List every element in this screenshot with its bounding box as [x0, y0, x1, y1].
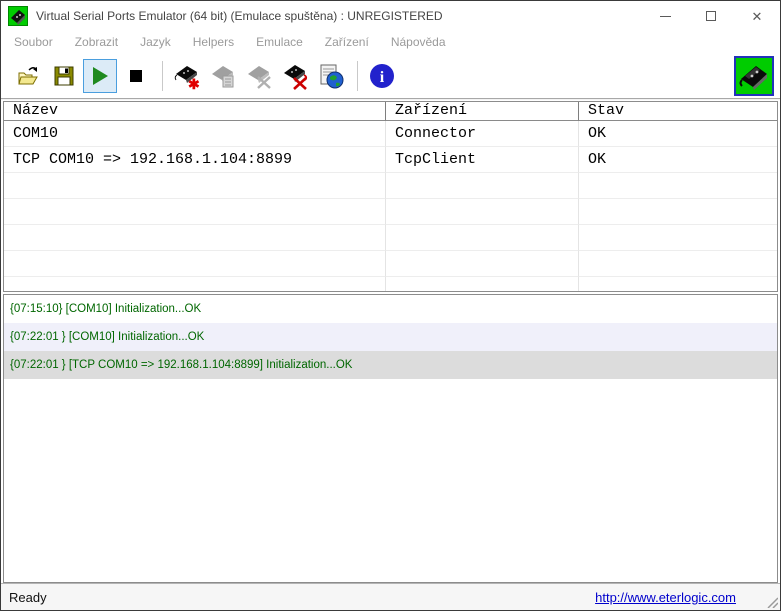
- network-monitor-button[interactable]: [314, 59, 348, 93]
- log-entry[interactable]: {07:15:10} [COM10] Initialization...OK: [4, 295, 777, 323]
- menu-emulace[interactable]: Emulace: [245, 31, 314, 53]
- start-emulation-icon: [93, 67, 108, 85]
- table-row[interactable]: COM10 Connector OK: [4, 121, 777, 147]
- device-properties-icon: [209, 62, 237, 90]
- device-type: TcpClient: [386, 147, 579, 173]
- close-icon[interactable]: ✕: [734, 1, 780, 31]
- network-monitor-icon: [317, 62, 345, 90]
- empty-table-row: [4, 277, 777, 292]
- resize-grip[interactable]: [764, 594, 778, 608]
- app-window: Virtual Serial Ports Emulator (64 bit) (…: [0, 0, 781, 611]
- device-properties-button[interactable]: [206, 59, 240, 93]
- menu-helpers[interactable]: Helpers: [182, 31, 245, 53]
- maximize-icon[interactable]: [688, 1, 734, 31]
- svg-text:i: i: [380, 69, 385, 86]
- empty-table-row: [4, 225, 777, 251]
- app-logo-icon: [8, 6, 28, 26]
- menu-napoveda[interactable]: Nápověda: [380, 31, 457, 53]
- log-entry-selected[interactable]: {07:22:01 } [TCP COM10 => 192.168.1.104:…: [4, 351, 777, 379]
- empty-table-row: [4, 173, 777, 199]
- toolbar-separator: [162, 61, 163, 91]
- stop-emulation-icon: [130, 70, 142, 82]
- minimize-icon[interactable]: [642, 1, 688, 31]
- table-row[interactable]: TCP COM10 => 192.168.1.104:8899 TcpClien…: [4, 147, 777, 173]
- eterlogic-link[interactable]: http://www.eterlogic.com: [595, 590, 736, 605]
- delete-device-button[interactable]: [242, 59, 276, 93]
- delete-all-devices-button[interactable]: [278, 59, 312, 93]
- column-header-zarizeni[interactable]: Zařízení: [386, 102, 579, 121]
- vspe-logo-icon: [734, 56, 774, 96]
- open-folder-icon: [16, 64, 40, 88]
- device-status: OK: [579, 121, 777, 147]
- svg-text:✱: ✱: [188, 76, 200, 90]
- info-icon: i: [369, 63, 395, 89]
- empty-table-row: [4, 199, 777, 225]
- log-panel: {07:15:10} [COM10] Initialization...OK {…: [3, 294, 778, 583]
- create-device-button[interactable]: ✱: [170, 59, 204, 93]
- start-emulation-button[interactable]: [83, 59, 117, 93]
- open-button[interactable]: [11, 59, 45, 93]
- device-name: TCP COM10 => 192.168.1.104:8899: [4, 147, 386, 173]
- device-name: COM10: [4, 121, 386, 147]
- status-text: Ready: [9, 590, 47, 605]
- menu-zarizeni[interactable]: Zařízení: [314, 31, 380, 53]
- menu-soubor[interactable]: Soubor: [3, 31, 64, 53]
- device-table: Název Zařízení Stav COM10 Connector OK T…: [3, 101, 778, 292]
- window-title: Virtual Serial Ports Emulator (64 bit) (…: [36, 9, 443, 23]
- toolbar-separator: [357, 61, 358, 91]
- create-device-icon: ✱: [173, 62, 201, 90]
- menu-bar: Soubor Zobrazit Jazyk Helpers Emulace Za…: [1, 31, 780, 53]
- delete-device-icon: [245, 62, 273, 90]
- save-icon: [53, 65, 75, 87]
- device-type: Connector: [386, 121, 579, 147]
- info-button[interactable]: i: [365, 59, 399, 93]
- toolbar: ✱: [1, 53, 780, 99]
- device-status: OK: [579, 147, 777, 173]
- window-controls: ✕: [642, 1, 780, 31]
- save-button[interactable]: [47, 59, 81, 93]
- menu-jazyk[interactable]: Jazyk: [129, 31, 182, 53]
- title-bar: Virtual Serial Ports Emulator (64 bit) (…: [1, 1, 780, 31]
- empty-table-row: [4, 251, 777, 277]
- stop-emulation-button[interactable]: [119, 59, 153, 93]
- status-bar: Ready http://www.eterlogic.com: [1, 583, 780, 610]
- column-header-nazev[interactable]: Název: [4, 102, 386, 121]
- column-header-stav[interactable]: Stav: [579, 102, 777, 121]
- delete-all-devices-icon: [281, 62, 309, 90]
- log-entry[interactable]: {07:22:01 } [COM10] Initialization...OK: [4, 323, 777, 351]
- menu-zobrazit[interactable]: Zobrazit: [64, 31, 129, 53]
- device-table-header: Název Zařízení Stav: [4, 102, 777, 121]
